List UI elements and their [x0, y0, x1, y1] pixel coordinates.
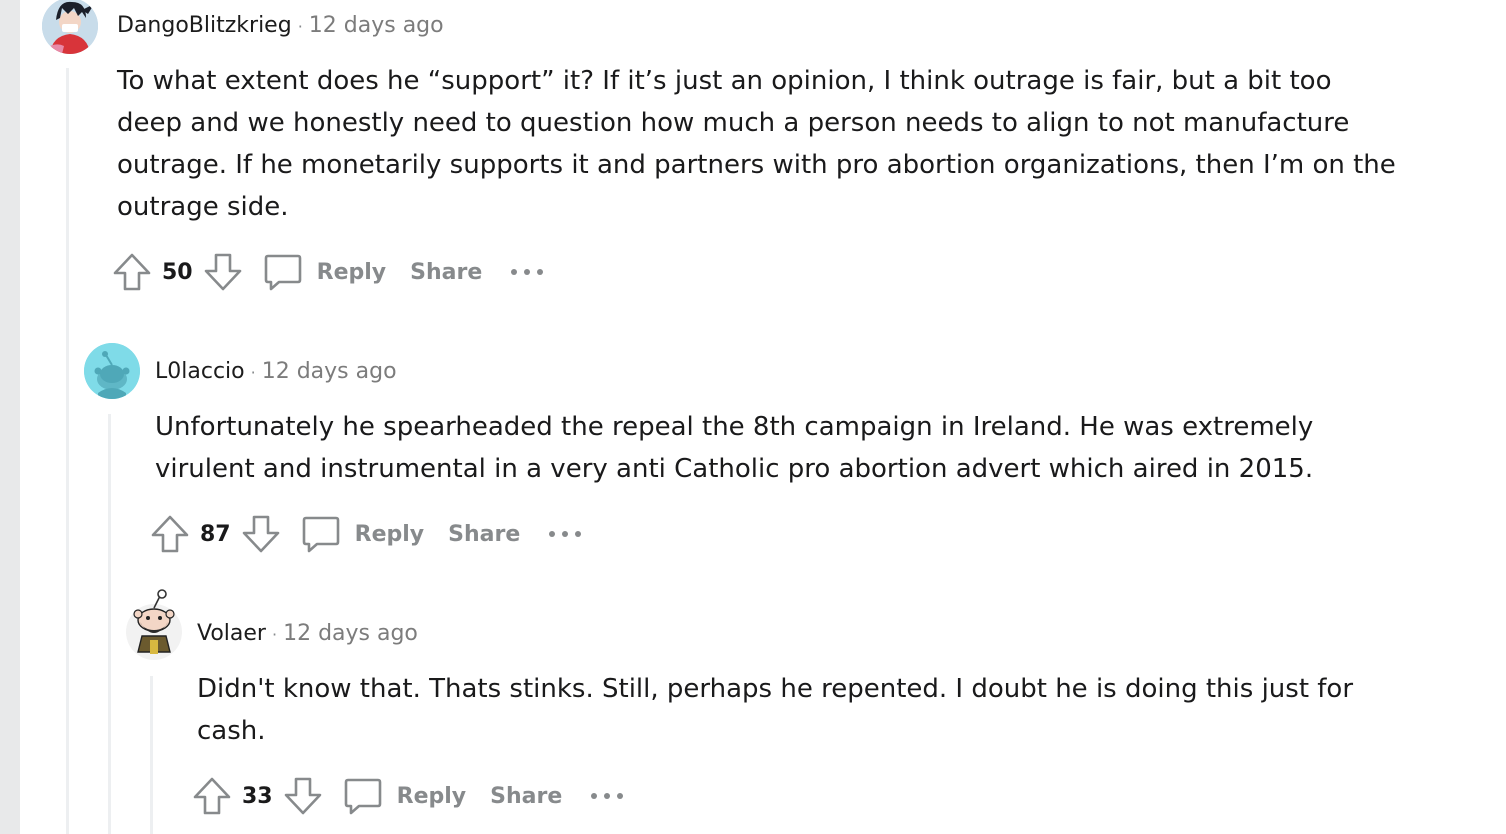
comment-meta: Volaer · 12 days ago: [197, 620, 418, 649]
share-button[interactable]: Share: [490, 784, 562, 809]
thread-line-level-1[interactable]: [66, 68, 69, 834]
comment-body: Didn't know that. Thats stinks. Still, p…: [197, 674, 1354, 746]
upvote-icon[interactable]: [192, 776, 232, 816]
upvote-icon[interactable]: [112, 252, 152, 292]
comment-timestamp[interactable]: 12 days ago: [283, 621, 418, 646]
reply-label: Reply: [354, 521, 425, 547]
username-link[interactable]: Volaer: [197, 621, 266, 646]
comment-meta: L0laccio · 12 days ago: [155, 358, 397, 387]
thread-line-level-2[interactable]: [108, 414, 111, 834]
username-link[interactable]: DangoBlitzkrieg: [117, 13, 292, 38]
reply-label: Reply: [396, 783, 467, 809]
avatar-anime-character-icon: [42, 0, 98, 54]
downvote-icon[interactable]: [283, 776, 323, 816]
vote-score: 50: [162, 259, 193, 285]
user-avatar[interactable]: [84, 343, 140, 399]
reply-button[interactable]: Reply: [301, 514, 425, 554]
comment-body: Unfortunately he spearheaded the repeal …: [155, 412, 1314, 484]
vote-score: 87: [200, 521, 231, 547]
comment-timestamp[interactable]: 12 days ago: [309, 13, 444, 38]
meta-separator: ·: [271, 625, 278, 644]
user-avatar[interactable]: [124, 586, 182, 662]
username-link[interactable]: L0laccio: [155, 359, 245, 384]
share-button[interactable]: Share: [448, 522, 520, 547]
share-button[interactable]: Share: [410, 260, 482, 285]
user-avatar[interactable]: [42, 0, 98, 54]
vote-score: 33: [242, 783, 273, 809]
default-snoo-avatar-icon: [84, 343, 140, 399]
more-options-icon[interactable]: [510, 267, 544, 277]
comment-actions: 87 Reply Share: [150, 514, 582, 554]
meta-separator: ·: [297, 17, 303, 36]
comment-meta: DangoBlitzkrieg · 12 days ago: [117, 12, 444, 41]
downvote-icon[interactable]: [241, 514, 281, 554]
comment-bubble-icon: [302, 516, 339, 553]
thread-line-level-3[interactable]: [150, 676, 153, 834]
more-options-icon[interactable]: [548, 529, 582, 539]
comment-actions: 33 Reply Share: [192, 776, 624, 816]
reply-button[interactable]: Reply: [343, 776, 467, 816]
comment-bubble-icon: [344, 778, 381, 815]
downvote-icon[interactable]: [203, 252, 243, 292]
reply-button[interactable]: Reply: [263, 252, 387, 292]
more-options-icon[interactable]: [590, 791, 624, 801]
comment-body: To what extent does he “support” it? If …: [117, 66, 1396, 222]
meta-separator: ·: [250, 363, 256, 382]
comment-actions: 50 Reply Share: [112, 252, 544, 292]
reply-label: Reply: [316, 259, 387, 285]
upvote-icon[interactable]: [150, 514, 190, 554]
comment-timestamp[interactable]: 12 days ago: [262, 359, 397, 384]
comment-bubble-icon: [264, 254, 301, 291]
bearded-snoo-avatar-icon: [126, 589, 182, 660]
